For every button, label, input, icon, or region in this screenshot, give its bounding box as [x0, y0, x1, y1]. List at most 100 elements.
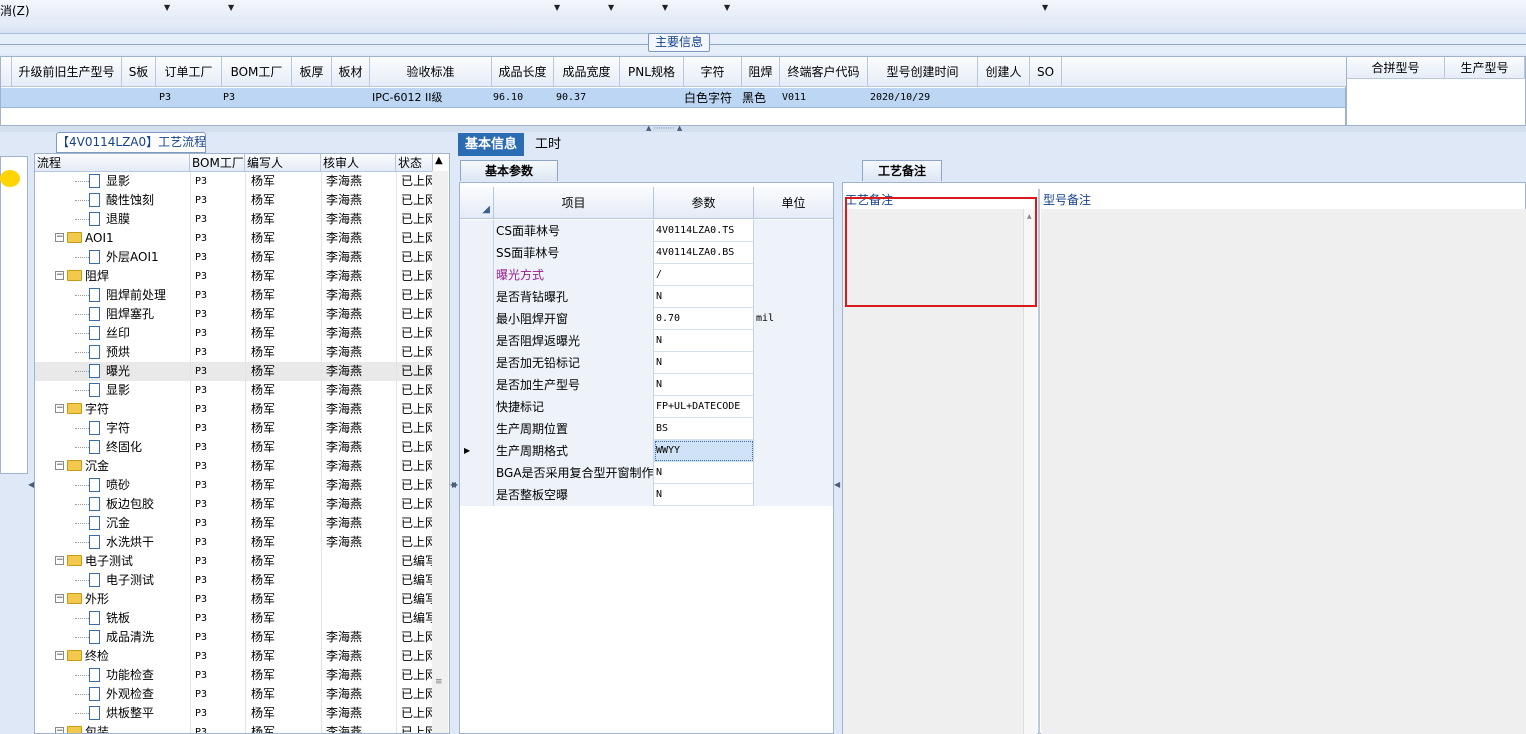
param-value[interactable]: 4V0114LZA0.TS	[654, 220, 754, 242]
row-header[interactable]	[460, 220, 494, 242]
collapse-toggle-icon[interactable]: −	[55, 594, 64, 603]
collapse-toggle-icon[interactable]: −	[55, 271, 64, 280]
tab-hours[interactable]: 工时	[528, 133, 568, 156]
col-header[interactable]: PNL规格	[620, 57, 684, 87]
tree-row[interactable]: 烘板整平 P3 杨军 李海燕 已上网	[35, 704, 433, 723]
notes-divider[interactable]	[1038, 189, 1040, 734]
collapse-toggle-icon[interactable]: −	[55, 233, 64, 242]
col-header[interactable]: S板	[122, 57, 156, 87]
table-row[interactable]: P3 P3 IPC-6012 II级 96.10 90.37 白色字符 黑色 V…	[1, 88, 1345, 108]
col-header[interactable]: 编写人	[245, 154, 321, 172]
col-header[interactable]: 字符	[684, 57, 742, 87]
param-value[interactable]: BS	[654, 418, 754, 440]
col-header[interactable]: 阻焊	[742, 57, 780, 87]
tab-basic-info[interactable]: 基本信息	[458, 133, 524, 156]
param-row[interactable]: 是否阻焊返曝光 N	[460, 330, 833, 352]
model-note-textarea[interactable]	[1041, 209, 1526, 734]
param-value[interactable]: N	[654, 330, 754, 352]
col-header[interactable]: 流程	[35, 154, 190, 172]
param-row[interactable]: 是否加无铅标记 N	[460, 352, 833, 374]
tree-row[interactable]: 成品清洗 P3 杨军 李海燕 已上网	[35, 628, 433, 647]
dropdown-arrow-icon[interactable]: ▼	[1042, 4, 1050, 12]
param-value[interactable]: N	[654, 462, 754, 484]
collapse-toggle-icon[interactable]: −	[55, 556, 64, 565]
tree-row[interactable]: 终固化 P3 杨军 李海燕 已上网	[35, 438, 433, 457]
merge-grid[interactable]: 合拼型号 生产型号	[1346, 56, 1526, 126]
dropdown-arrow-icon[interactable]: ▼	[164, 4, 172, 12]
process-flow-tree[interactable]: 流程 BOM工厂 编写人 核审人 状态 显影P3杨军李海燕已上网酸性蚀刻P3杨军…	[34, 153, 450, 734]
param-value[interactable]: 0.70	[654, 308, 754, 330]
collapse-toggle-icon[interactable]: −	[55, 651, 64, 660]
basic-params-tab[interactable]: 基本参数	[460, 160, 558, 181]
tree-row[interactable]: 板边包胶 P3 杨军 李海燕 已上网	[35, 495, 433, 514]
model-grid[interactable]: 升级前旧生产型号 S板 订单工厂 BOM工厂 板厚 板材 验收标准 成品长度 成…	[0, 56, 1346, 126]
main-info-tab[interactable]: 主要信息	[648, 33, 710, 52]
tree-row[interactable]: 阻焊塞孔 P3 杨军 李海燕 已上网	[35, 305, 433, 324]
param-value[interactable]: N	[654, 352, 754, 374]
col-header[interactable]: 成品长度	[492, 57, 554, 87]
tree-row[interactable]: 字符 P3 杨军 李海燕 已上网	[35, 419, 433, 438]
col-header[interactable]: SO	[1030, 57, 1062, 87]
param-row[interactable]: 是否加生产型号 N	[460, 374, 833, 396]
tree-row[interactable]: − 字符 P3 杨军 李海燕 已上网	[35, 400, 433, 419]
param-value[interactable]: N	[654, 484, 754, 506]
collapse-toggle-icon[interactable]: −	[55, 404, 64, 413]
basic-params-grid[interactable]: ◢ 项目 参数 单位 CS面菲林号 4V0114LZA0.TS SS面菲林号 4V01…	[459, 182, 834, 734]
tree-row[interactable]: 显影 P3 杨军 李海燕 已上网	[35, 381, 433, 400]
flow-panel-title[interactable]: 【4V0114LZA0】工艺流程	[56, 132, 206, 153]
param-row[interactable]: 最小阻焊开窗 0.70 mil	[460, 308, 833, 330]
tree-scrollbar[interactable]: ▲ ≡	[432, 155, 448, 733]
param-value[interactable]: N	[654, 374, 754, 396]
col-header[interactable]: 板厚	[292, 57, 332, 87]
row-header[interactable]	[460, 352, 494, 374]
param-value[interactable]: WWYY	[654, 440, 754, 462]
tree-row[interactable]: 退膜 P3 杨军 李海燕 已上网	[35, 210, 433, 229]
row-header[interactable]	[460, 242, 494, 264]
param-row[interactable]: 生产周期位置 BS	[460, 418, 833, 440]
process-notes-tab[interactable]: 工艺备注	[862, 160, 942, 181]
collapse-arrow-icon[interactable]: ▲ ⋯⋯⋯ ▲	[646, 124, 682, 132]
collapse-arrow-icon[interactable]: ▶	[452, 480, 458, 489]
col-header[interactable]: 板材	[332, 57, 370, 87]
col-header[interactable]: 核审人	[321, 154, 396, 172]
col-header[interactable]: 参数	[654, 187, 754, 219]
tree-row[interactable]: − 电子测试 P3 杨军 已编写	[35, 552, 433, 571]
dropdown-arrow-icon[interactable]: ▼	[608, 4, 616, 12]
tree-row[interactable]: 功能检查 P3 杨军 李海燕 已上网	[35, 666, 433, 685]
col-header[interactable]: 成品宽度	[554, 57, 620, 87]
tree-row[interactable]: 酸性蚀刻 P3 杨军 李海燕 已上网	[35, 191, 433, 210]
row-header[interactable]	[460, 418, 494, 440]
col-header[interactable]: 生产型号	[1445, 57, 1525, 79]
col-header[interactable]: 终端客户代码	[780, 57, 868, 87]
collapse-arrow-icon[interactable]: ◀	[834, 480, 840, 489]
scroll-grip-icon[interactable]: ≡	[435, 677, 443, 687]
col-header[interactable]: 型号创建时间	[868, 57, 978, 87]
dropdown-arrow-icon[interactable]: ▼	[228, 4, 236, 12]
param-value[interactable]: 4V0114LZA0.BS	[654, 242, 754, 264]
tree-row[interactable]: 外层AOI1 P3 杨军 李海燕 已上网	[35, 248, 433, 267]
param-row[interactable]: SS面菲林号 4V0114LZA0.BS	[460, 242, 833, 264]
tree-row[interactable]: 沉金 P3 杨军 李海燕 已上网	[35, 514, 433, 533]
tree-row[interactable]: − AOI1 P3 杨军 李海燕 已上网	[35, 229, 433, 248]
scroll-up-arrow-icon[interactable]: ▲	[435, 155, 443, 166]
param-row[interactable]: 曝光方式 /	[460, 264, 833, 286]
collapse-toggle-icon[interactable]: −	[55, 727, 64, 733]
col-header[interactable]: 单位	[754, 187, 833, 219]
dropdown-arrow-icon[interactable]: ▼	[724, 4, 732, 12]
param-row[interactable]: ▶ 生产周期格式 WWYY	[460, 440, 833, 462]
tree-row[interactable]: 喷砂 P3 杨军 李海燕 已上网	[35, 476, 433, 495]
tree-row[interactable]: − 终检 P3 杨军 李海燕 已上网	[35, 647, 433, 666]
tree-row[interactable]: − 沉金 P3 杨军 李海燕 已上网	[35, 457, 433, 476]
tree-row[interactable]: 水洗烘干 P3 杨军 李海燕 已上网	[35, 533, 433, 552]
row-header[interactable]	[460, 264, 494, 286]
row-header[interactable]	[460, 330, 494, 352]
tree-row[interactable]: 外观检查 P3 杨军 李海燕 已上网	[35, 685, 433, 704]
collapse-toggle-icon[interactable]: −	[55, 461, 64, 470]
param-value[interactable]: FP+UL+DATECODE	[654, 396, 754, 418]
cancel-menu[interactable]: 消(Z)	[0, 2, 30, 19]
row-header[interactable]	[460, 396, 494, 418]
dropdown-arrow-icon[interactable]: ▼	[554, 4, 562, 12]
row-header[interactable]	[460, 484, 494, 506]
param-row[interactable]: 快捷标记 FP+UL+DATECODE	[460, 396, 833, 418]
col-header[interactable]: 创建人	[978, 57, 1030, 87]
